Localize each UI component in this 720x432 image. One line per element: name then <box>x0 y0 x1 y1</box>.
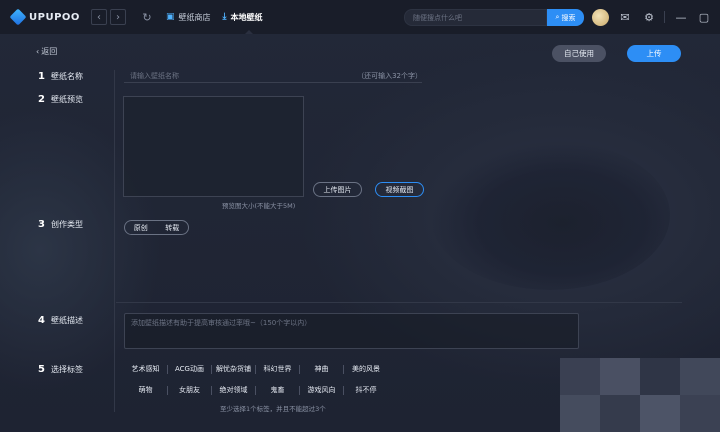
label-text: 创作类型 <box>51 220 83 229</box>
logo-icon <box>10 9 26 25</box>
tag-item[interactable]: 绝对领域 <box>212 386 256 395</box>
label-text: 壁纸名称 <box>51 72 83 81</box>
type-option-original[interactable]: 原创 <box>134 223 148 233</box>
gear-icon[interactable]: ⚙ <box>642 10 656 24</box>
tag-row-2: 萌物 女朋友 绝对领域 鬼畜 游戏风向 抖不停 <box>124 384 424 397</box>
maximize-icon[interactable]: ▢ <box>697 10 711 24</box>
tag-item[interactable]: 美的风景 <box>344 365 388 374</box>
tab-label: 本地壁纸 <box>230 12 263 22</box>
section-divider-horizontal <box>116 302 682 303</box>
toolbar-divider <box>664 11 665 23</box>
avatar[interactable] <box>592 9 609 26</box>
step-number: 3 <box>38 219 45 230</box>
tag-list: 艺术感知 ACG动画 解忧杂货铺 科幻世界 神曲 美的风景 萌物 女朋友 绝对领… <box>124 363 424 405</box>
video-capture-button[interactable]: 视频截图 <box>375 182 424 197</box>
preview-area <box>123 96 304 197</box>
search-icon: ⌕ <box>555 13 560 21</box>
name-char-hint: （还可输入32个字） <box>357 71 422 80</box>
search-button-label: 搜索 <box>561 13 576 22</box>
tab-wallpaper-store[interactable]: ▣ 壁纸商店 <box>166 0 211 34</box>
type-section-label: 3 创作类型 <box>38 219 83 230</box>
upload-button[interactable]: 上传 <box>627 45 681 62</box>
logo-text: UPUPOO <box>29 11 80 23</box>
wallpaper-name-field[interactable]: 请输入壁纸名称 （还可输入32个字） <box>124 69 422 83</box>
tag-item[interactable]: 游戏风向 <box>300 386 344 395</box>
tag-item[interactable]: 萌物 <box>124 386 168 395</box>
search-button[interactable]: ⌕ 搜索 <box>547 9 584 26</box>
download-icon: ⤓ <box>222 12 227 22</box>
search-input[interactable] <box>404 9 547 26</box>
tab-local-wallpaper[interactable]: ⤓ 本地壁纸 <box>223 0 263 34</box>
tag-item[interactable]: 鬼畜 <box>256 386 300 395</box>
name-section-label: 1 壁纸名称 <box>38 71 83 82</box>
step-number: 1 <box>38 71 45 82</box>
step-number: 2 <box>38 94 45 105</box>
tag-item[interactable]: 科幻世界 <box>256 365 300 374</box>
top-bar: UPUPOO ‹ › ↻ ▣ 壁纸商店 ⤓ 本地壁纸 <box>0 0 720 34</box>
self-use-button[interactable]: 自己使用 <box>552 45 606 62</box>
name-placeholder: 请输入壁纸名称 <box>130 71 179 80</box>
store-icon: ▣ <box>166 12 175 22</box>
tag-item[interactable]: 解忧杂货铺 <box>212 365 256 374</box>
tags-section-label: 5 选择标签 <box>38 364 83 375</box>
tag-limit-hint: 至少选择1个标签，并且不能超过3个 <box>220 405 326 413</box>
tag-item[interactable]: 艺术感知 <box>124 365 168 374</box>
tag-row-1: 艺术感知 ACG动画 解忧杂货铺 科幻世界 神曲 美的风景 <box>124 363 424 376</box>
description-textarea[interactable] <box>125 314 578 348</box>
back-link[interactable]: ‹ 返回 <box>36 46 57 57</box>
background-eye-art <box>430 140 670 290</box>
tag-item[interactable]: 抖不停 <box>344 386 388 395</box>
preview-size-hint: 预览图大小(不能大于5M) <box>222 202 296 210</box>
section-divider-vertical <box>114 70 115 412</box>
creation-type-toggle: 原创 转载 <box>124 220 189 235</box>
tab-label: 壁纸商店 <box>178 12 211 22</box>
minimize-icon[interactable]: — <box>674 10 688 24</box>
label-text: 选择标签 <box>51 365 83 374</box>
step-number: 4 <box>38 315 45 326</box>
search-box: ⌕ 搜索 <box>404 9 584 26</box>
tag-item[interactable]: 神曲 <box>300 365 344 374</box>
back-nav-button[interactable]: ‹ <box>91 9 107 25</box>
mail-icon[interactable]: ✉ <box>618 10 632 24</box>
tag-item[interactable]: ACG动画 <box>168 365 212 374</box>
label-text: 壁纸预览 <box>51 95 83 104</box>
back-label: 返回 <box>41 47 58 56</box>
step-number: 5 <box>38 364 45 375</box>
forward-nav-button[interactable]: › <box>110 9 126 25</box>
refresh-icon[interactable]: ↻ <box>140 10 154 24</box>
preview-section-label: 2 壁纸预览 <box>38 94 83 105</box>
type-option-repost[interactable]: 转载 <box>165 223 179 233</box>
upload-image-button[interactable]: 上传图片 <box>313 182 362 197</box>
chevron-left-icon: ‹ <box>36 47 40 56</box>
app-logo[interactable]: UPUPOO <box>10 9 88 25</box>
description-box <box>124 313 579 349</box>
mosaic-blur <box>560 358 720 432</box>
description-section-label: 4 壁纸描述 <box>38 315 83 326</box>
tag-item[interactable]: 女朋友 <box>168 386 212 395</box>
label-text: 壁纸描述 <box>51 316 83 325</box>
